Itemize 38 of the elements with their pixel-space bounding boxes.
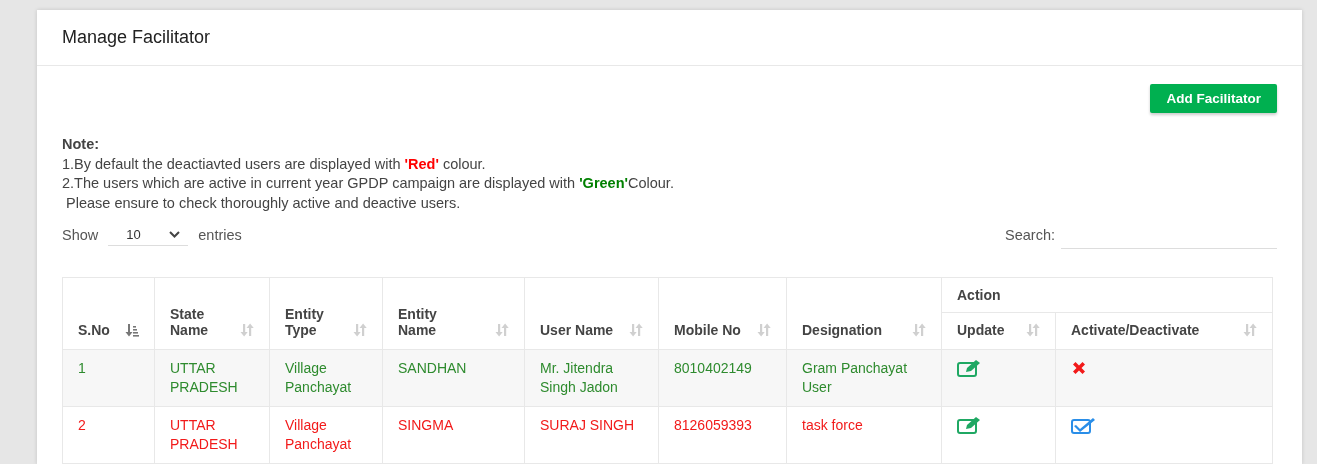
column-header[interactable]: Entity Name [382, 277, 525, 350]
note-line: Please ensure to check thoroughly active and deactive users. [65, 193, 462, 213]
edit-icon[interactable] [957, 360, 982, 377]
edit-icon[interactable] [957, 417, 982, 434]
search-label: Search: [1005, 226, 1055, 243]
table-cell: task force [786, 406, 942, 464]
column-header[interactable]: User Name [524, 277, 659, 350]
column-header[interactable]: Mobile No [658, 277, 787, 350]
note-line: 2.The users which are active in current year GPDP campaign are displayed with 'Green'Colour. [62, 174, 675, 193]
table-cell: SINGMA [382, 406, 525, 464]
checkbox-icon[interactable] [1071, 417, 1096, 434]
table-cell: Gram Panchayat User [786, 349, 942, 407]
chevron-down-icon [169, 230, 181, 238]
column-header[interactable]: S.No [62, 277, 155, 350]
column-header[interactable]: Activate/Deactivate [1055, 312, 1273, 350]
column-header[interactable]: Update [941, 312, 1056, 350]
column-header[interactable]: Entity Type [269, 277, 383, 350]
table-cell: 8126059393 [658, 406, 787, 464]
table-cell: UTTAR PRADESH [154, 406, 270, 464]
table-cell: 8010402149 [658, 349, 787, 407]
table-cell: UTTAR PRADESH [154, 349, 270, 407]
close-icon[interactable] [1071, 360, 1087, 376]
table-cell: 1 [62, 349, 155, 407]
entries-label: entries [198, 226, 242, 243]
entries-select[interactable]: 10 [108, 223, 189, 246]
table-cell: 2 [62, 406, 155, 464]
group-header: Action [941, 277, 1273, 313]
note-line: 1.By default the deactiavted users are displayed with 'Red' colour. [62, 154, 487, 174]
note-heading: Note: [62, 135, 101, 154]
column-header[interactable]: Designation [786, 277, 942, 350]
table-cell: Village Panchayat [269, 406, 383, 464]
column-header[interactable]: State Name [154, 277, 270, 350]
panel-title: Manage Facilitator [62, 27, 212, 48]
table-cell: Village Panchayat [269, 349, 383, 407]
table-cell: SURAJ SINGH [524, 406, 659, 464]
table-cell: Mr. Jitendra Singh Jadon [524, 349, 659, 407]
show-label: Show [62, 226, 99, 243]
table-cell: SANDHAN [382, 349, 525, 407]
